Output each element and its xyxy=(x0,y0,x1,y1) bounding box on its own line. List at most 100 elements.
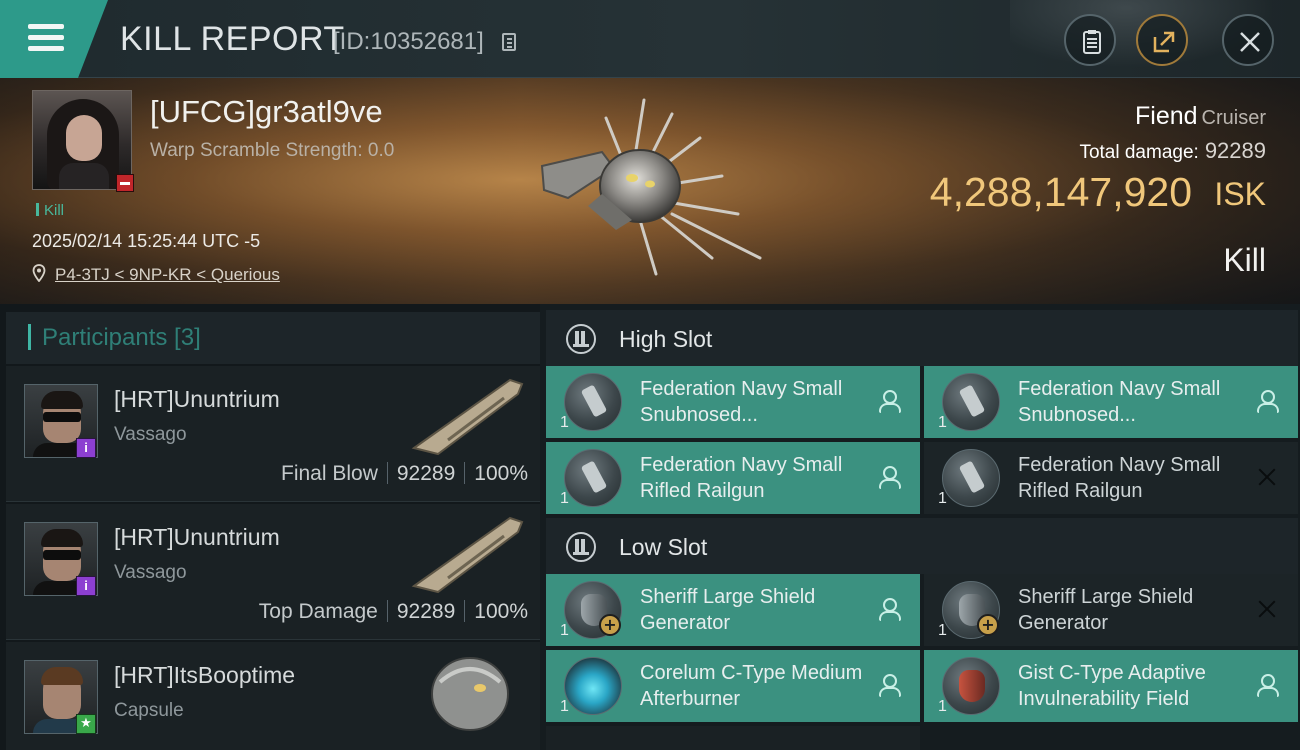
low-slot-title: Low Slot xyxy=(619,534,708,560)
module-quantity: 1 xyxy=(938,490,947,507)
participant-badge: ★ xyxy=(76,714,96,734)
blaster-module-icon xyxy=(942,373,1000,431)
afterburner-icon xyxy=(564,657,622,715)
participant-damage: 92289 xyxy=(396,600,456,623)
module-name: Sheriff Large Shield Generator xyxy=(1018,586,1194,634)
pilot-icon xyxy=(878,390,901,413)
ship-class: Cruiser xyxy=(1201,107,1266,129)
capsule-image xyxy=(431,657,509,731)
low-slot-icon xyxy=(566,532,596,562)
participant-row[interactable]: i [HRT]Ununtrium Vassago Final Blow 92289… xyxy=(6,366,540,502)
module-name: Sheriff Large Shield Generator xyxy=(640,586,816,634)
module-name: Corelum C-Type Medium Afterburner xyxy=(640,662,863,710)
high-slot-title: High Slot xyxy=(619,326,713,352)
participant-ship-image xyxy=(411,516,524,594)
destroyed-x-icon xyxy=(1256,466,1278,488)
page-title: KILL REPORT xyxy=(120,20,345,58)
pilot-icon xyxy=(1256,674,1279,697)
module-slot[interactable]: 1 Corelum C-Type Medium Afterburner xyxy=(546,650,920,722)
participant-percent: 100% xyxy=(474,600,528,623)
warp-scramble-strength: Warp Scramble Strength: 0.0 xyxy=(150,140,395,161)
module-name: Federation Navy Small Rifled Railgun xyxy=(1018,454,1221,502)
participant-name[interactable]: [HRT]ItsBooptime xyxy=(114,662,295,689)
menu-icon xyxy=(28,24,64,52)
total-damage-label: Total damage: xyxy=(1079,142,1199,163)
total-damage: Total damage: 92289 xyxy=(1079,138,1266,164)
module-slot[interactable]: + 1 Sheriff Large Shield Generator xyxy=(546,574,920,646)
victim-ship-image xyxy=(540,98,762,276)
module-name: Gist C-Type Adaptive Invulnerability Fie… xyxy=(1018,662,1206,710)
ship-name-text: Fiend xyxy=(1135,102,1198,130)
isk-unit: ISK xyxy=(1214,176,1266,212)
participant-stats: Final Blow 92289 100% xyxy=(281,462,528,486)
share-button[interactable] xyxy=(1136,14,1188,66)
plus-icon: + xyxy=(977,614,999,636)
participant-row[interactable]: i [HRT]Ununtrium Vassago Top Damage 92289… xyxy=(6,504,540,640)
module-name: Federation Navy Small Rifled Railgun xyxy=(640,454,843,502)
section-marker xyxy=(28,324,31,350)
close-button[interactable] xyxy=(1222,14,1274,66)
participant-name[interactable]: [HRT]Ununtrium xyxy=(114,524,280,551)
high-slot-header: High Slot xyxy=(546,310,1298,366)
result-label: Kill xyxy=(1223,242,1266,278)
participant-badge: i xyxy=(76,438,96,458)
kill-timestamp: 2025/02/14 15:25:44 UTC -5 xyxy=(32,231,261,251)
clipboard-button[interactable] xyxy=(1064,14,1116,66)
participants-title: Participants [3] xyxy=(42,324,201,351)
blaster-module-icon xyxy=(564,373,622,431)
participant-ship: Vassago xyxy=(114,424,187,445)
copy-icon[interactable] xyxy=(502,33,516,51)
top-bar: KILL REPORT [ID:10352681] xyxy=(0,0,1300,78)
location-pin-icon xyxy=(32,264,46,282)
victim-ship-name[interactable]: Fiend Cruiser xyxy=(1135,102,1266,131)
participant-badge: i xyxy=(76,576,96,596)
module-quantity: 1 xyxy=(938,414,947,431)
railgun-module-icon xyxy=(564,449,622,507)
isk-value: 4,288,147,920 xyxy=(929,169,1192,215)
module-slot-partial[interactable] xyxy=(546,726,920,750)
module-quantity: 1 xyxy=(938,698,947,715)
module-quantity: 1 xyxy=(560,490,569,507)
location-link[interactable]: P4-3TJ < 9NP-KR < Querious xyxy=(55,265,280,285)
participant-ship: Vassago xyxy=(114,562,187,583)
module-slot[interactable]: 1 Federation Navy Small Rifled Railgun xyxy=(924,442,1298,514)
participant-role: Final Blow xyxy=(281,462,378,485)
module-name: Federation Navy Small Snubnosed... xyxy=(640,378,843,426)
standing-negative-badge xyxy=(116,174,134,192)
railgun-module-icon xyxy=(942,449,1000,507)
module-name: Federation Navy Small Snubnosed... xyxy=(1018,378,1221,426)
plus-icon: + xyxy=(599,614,621,636)
pilot-icon xyxy=(878,674,901,697)
module-quantity: 1 xyxy=(560,622,569,639)
module-slot[interactable]: 1 Federation Navy Small Rifled Railgun xyxy=(546,442,920,514)
participant-ship: Capsule xyxy=(114,700,184,721)
module-slot[interactable]: 1 Federation Navy Small Snubnosed... xyxy=(546,366,920,438)
module-quantity: 1 xyxy=(560,414,569,431)
kill-tag: Kill xyxy=(36,202,64,219)
fitting-panel: High Slot 1 Federation Navy Small Snubno… xyxy=(540,304,1300,750)
module-slot[interactable]: 1 Federation Navy Small Snubnosed... xyxy=(924,366,1298,438)
report-id: [ID:10352681] xyxy=(333,28,484,55)
menu-button[interactable] xyxy=(0,0,108,78)
pilot-icon xyxy=(878,466,901,489)
module-quantity: 1 xyxy=(938,622,947,639)
victim-name[interactable]: [UFCG]gr3atl9ve xyxy=(150,94,383,130)
participants-header: Participants [3] xyxy=(6,312,540,364)
participants-panel: Participants [3] i [HRT]Ununtrium Vassag… xyxy=(0,304,540,750)
participant-role: Top Damage xyxy=(258,600,378,623)
participant-damage: 92289 xyxy=(396,462,456,485)
participant-stats: Top Damage 92289 100% xyxy=(259,600,528,624)
module-slot[interactable]: + 1 Sheriff Large Shield Generator xyxy=(924,574,1298,646)
module-slot[interactable]: 1 Gist C-Type Adaptive Invulnerability F… xyxy=(924,650,1298,722)
close-icon xyxy=(1240,32,1260,52)
share-icon xyxy=(1153,31,1175,53)
participant-row[interactable]: ★ [HRT]ItsBooptime Capsule xyxy=(6,642,540,750)
clipboard-icon xyxy=(1083,30,1101,54)
high-slot-icon xyxy=(566,324,596,354)
low-slot-header: Low Slot xyxy=(546,518,1298,574)
destroyed-x-icon xyxy=(1256,598,1278,620)
module-quantity: 1 xyxy=(560,698,569,715)
pilot-icon xyxy=(1256,390,1279,413)
participant-name[interactable]: [HRT]Ununtrium xyxy=(114,386,280,413)
participant-percent: 100% xyxy=(474,462,528,485)
